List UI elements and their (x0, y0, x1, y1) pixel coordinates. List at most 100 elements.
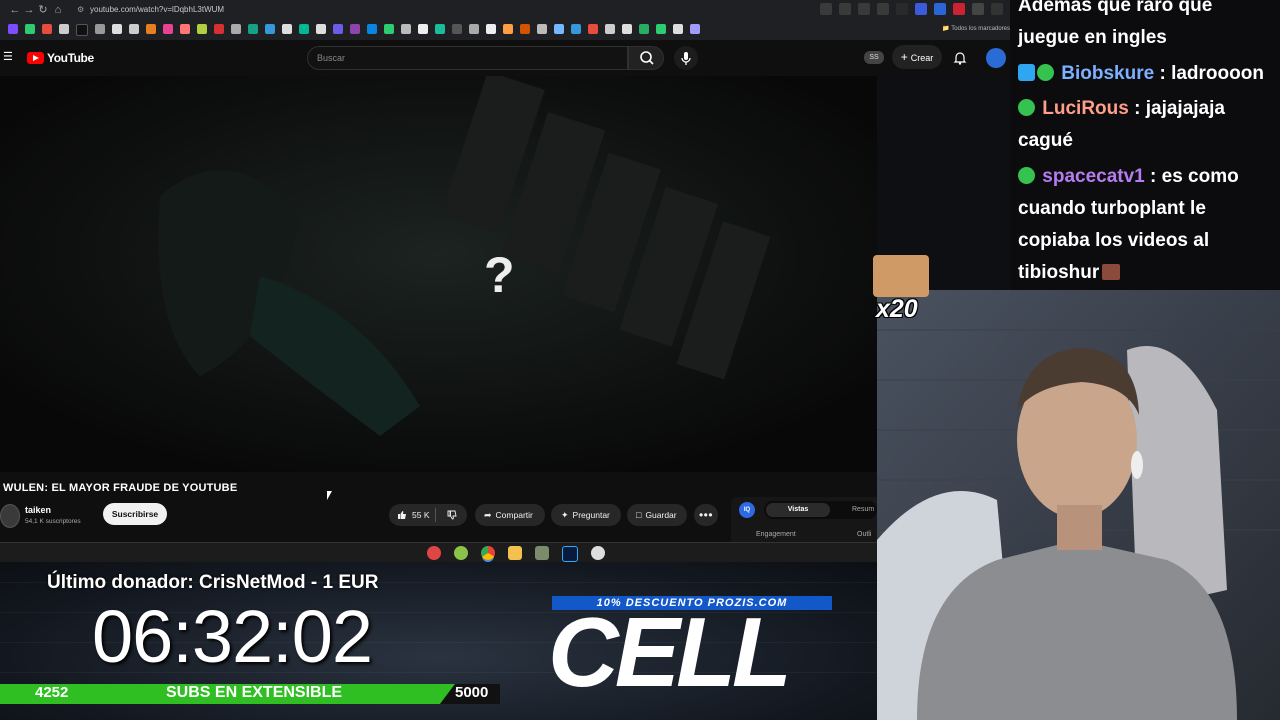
bookmark-icon[interactable] (690, 24, 700, 34)
bookmark-icon[interactable] (146, 24, 156, 34)
channel-name[interactable]: taiken (25, 505, 51, 515)
share-page-icon[interactable] (858, 3, 870, 15)
chat-username[interactable]: Biobskure (1061, 63, 1154, 84)
sidebar-icon[interactable] (991, 3, 1003, 15)
bookmark-icon[interactable] (571, 24, 581, 34)
chrome-icon[interactable] (481, 546, 495, 560)
taskbar-app-icon[interactable] (427, 546, 441, 560)
bookmark-icon[interactable] (503, 24, 513, 34)
bookmark-icon[interactable] (452, 24, 462, 34)
bookmark-icon[interactable] (231, 24, 241, 34)
zoom-icon[interactable] (820, 3, 832, 15)
back-icon[interactable]: ← (8, 3, 22, 17)
thumbs-down-icon[interactable] (447, 510, 457, 520)
vidiq-icon[interactable]: IQ (739, 502, 755, 518)
bookmark-icon[interactable] (214, 24, 224, 34)
chat-username[interactable]: spacecatv1 (1042, 166, 1144, 187)
bookmark-icon[interactable] (95, 24, 105, 34)
like-dislike-group: 55 K (389, 504, 467, 526)
extension-icon[interactable] (953, 3, 965, 15)
bookmark-icon[interactable] (8, 24, 18, 34)
bookmark-icon[interactable] (384, 24, 394, 34)
subscribe-button[interactable]: Suscribirse (103, 503, 167, 525)
bookmark-icon[interactable] (469, 24, 479, 34)
outlier-label: Outli (857, 531, 872, 538)
bookmark-icon[interactable] (622, 24, 632, 34)
voice-search-button[interactable] (674, 46, 698, 70)
ask-button[interactable]: ✦ Preguntar (551, 504, 621, 526)
bookmark-star-icon[interactable] (877, 3, 889, 15)
subscriber-badge-icon (1018, 64, 1035, 81)
taskbar-app-icon[interactable] (535, 546, 549, 560)
bookmark-icon[interactable] (248, 24, 258, 34)
bookmark-icon[interactable] (76, 24, 88, 36)
bookmark-icon[interactable] (350, 24, 360, 34)
bookmark-icon[interactable] (435, 24, 445, 34)
install-icon[interactable] (839, 3, 851, 15)
taskbar-app-icon[interactable] (591, 546, 605, 560)
notifications-bell-icon[interactable] (952, 50, 968, 66)
extensions-puzzle-icon[interactable] (972, 3, 984, 15)
reload-icon[interactable]: ↻ (36, 3, 50, 17)
bookmark-icon[interactable] (299, 24, 309, 34)
laughing-emote-icon (873, 255, 929, 297)
account-avatar[interactable] (986, 48, 1006, 68)
photoshop-icon[interactable] (562, 546, 578, 562)
bookmark-icon[interactable] (537, 24, 547, 34)
thumbs-up-icon[interactable] (397, 510, 407, 520)
share-button[interactable]: ➦ Compartir (475, 504, 545, 526)
tab-resumen[interactable]: Resum (852, 503, 874, 517)
bookmark-icon[interactable] (418, 24, 428, 34)
search-input[interactable] (308, 47, 627, 69)
site-info-icon[interactable]: ⚙ (77, 3, 84, 17)
bookmark-icon[interactable] (673, 24, 683, 34)
ss-badge[interactable]: SS (864, 51, 884, 64)
bookmark-icon[interactable] (265, 24, 275, 34)
bookmark-icon[interactable] (316, 24, 326, 34)
bookmark-icon[interactable] (486, 24, 496, 34)
bookmark-icon[interactable] (42, 24, 52, 34)
taskbar-app-icon[interactable] (454, 546, 468, 560)
tab-vistas[interactable]: Vistas (766, 503, 830, 517)
forward-icon[interactable]: → (22, 3, 36, 17)
bookmark-icon[interactable] (554, 24, 564, 34)
chat-line: cagué (1018, 125, 1280, 157)
bookmark-icon[interactable] (282, 24, 292, 34)
bookmark-icon[interactable] (401, 24, 411, 34)
bookmark-icon[interactable] (656, 24, 666, 34)
save-button[interactable]: □ Guardar (627, 504, 687, 526)
chat-username[interactable]: LuciRous (1042, 98, 1129, 119)
bookmark-icon[interactable] (588, 24, 598, 34)
bookmark-icon[interactable] (197, 24, 207, 34)
bookmark-icon[interactable] (367, 24, 377, 34)
bookmark-icon[interactable] (163, 24, 173, 34)
menu-icon[interactable]: ☰ (3, 52, 13, 63)
like-count[interactable]: 55 K (412, 504, 430, 526)
bookmark-icon[interactable] (605, 24, 615, 34)
bookmark-icon[interactable] (180, 24, 190, 34)
all-bookmarks-link[interactable]: 📁 Todos los marcadores (942, 24, 1010, 34)
bookmark-icon[interactable] (639, 24, 649, 34)
chat-text: copiaba los videos al (1018, 230, 1210, 251)
bookmark-icon[interactable] (59, 24, 69, 34)
share-label: Compartir (495, 510, 533, 520)
bookmark-icon[interactable] (520, 24, 530, 34)
search-button[interactable] (628, 46, 664, 70)
url-field[interactable]: ⚙ youtube.com/watch?v=lDqbhL3tWUM (74, 3, 814, 17)
youtube-logo[interactable]: YouTube (27, 51, 94, 65)
create-button[interactable]: + Crear (892, 45, 942, 69)
extension-icon[interactable] (934, 3, 946, 15)
file-explorer-icon[interactable] (508, 546, 522, 560)
bookmark-icon[interactable] (333, 24, 343, 34)
bookmark-icon[interactable] (129, 24, 139, 34)
address-bar-row: ← → ↻ ⌂ ⚙ youtube.com/watch?v=lDqbhL3tWU… (0, 0, 1022, 20)
channel-avatar[interactable] (0, 504, 20, 528)
extension-icon[interactable] (915, 3, 927, 15)
youtube-play-icon (27, 52, 44, 64)
bookmark-icon[interactable] (112, 24, 122, 34)
bookmark-icon[interactable] (25, 24, 35, 34)
more-actions-button[interactable]: ••• (694, 504, 718, 526)
video-player[interactable]: ? (0, 76, 877, 472)
home-icon[interactable]: ⌂ (51, 3, 65, 17)
extension-icon[interactable] (896, 3, 908, 15)
